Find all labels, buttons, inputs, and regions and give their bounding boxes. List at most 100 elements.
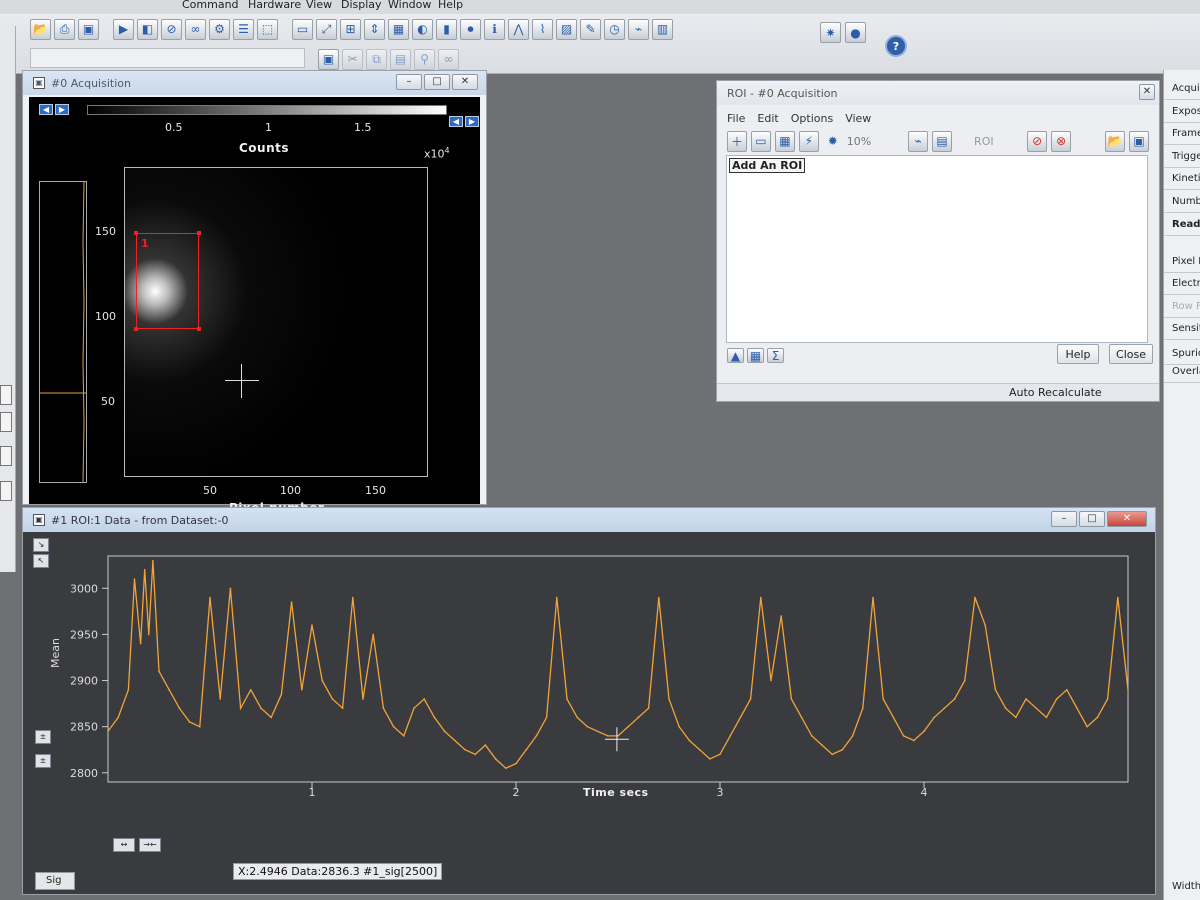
frame-icon[interactable]: ⬚ xyxy=(257,18,278,40)
paste-icon[interactable]: ▤ xyxy=(390,48,411,70)
arrow-left-icon[interactable]: ◀ xyxy=(449,116,463,127)
panel-item-kinetic[interactable]: Kinetic xyxy=(1164,168,1200,190)
settings-icon[interactable]: ⚙ xyxy=(209,18,230,40)
open-folder-icon[interactable]: 📂 xyxy=(30,18,51,40)
monitor-icon[interactable]: ▭ xyxy=(750,130,771,152)
terminal-icon[interactable]: ▣ xyxy=(318,48,339,70)
panel-item-row[interactable]: Row F xyxy=(1164,296,1200,318)
camera-image[interactable]: 1 xyxy=(124,167,428,477)
tab-sig[interactable]: Sig xyxy=(35,872,75,890)
roi-menu-view[interactable]: View xyxy=(845,112,871,125)
left-edge-button[interactable] xyxy=(0,481,12,501)
grid-view-icon[interactable]: ▦ xyxy=(747,348,764,363)
print-icon[interactable]: ⎙ xyxy=(54,18,75,40)
left-edge-button[interactable] xyxy=(0,412,12,432)
zoom-grid-icon[interactable]: ⊞ xyxy=(340,18,361,40)
panel-item-trigger[interactable]: Trigge xyxy=(1164,146,1200,168)
move-up-icon[interactable]: ▲ xyxy=(727,348,744,363)
menu-display[interactable]: Display xyxy=(341,0,382,11)
abort-icon[interactable]: ⊘ xyxy=(161,18,182,40)
panel-item-electron[interactable]: Electr xyxy=(1164,273,1200,295)
brightness-icon[interactable]: ✹ xyxy=(823,131,843,152)
roi-handle[interactable] xyxy=(134,327,138,331)
menu-help[interactable]: Help xyxy=(438,0,463,11)
arrow-left-icon[interactable]: ◀ xyxy=(39,104,53,115)
chart-icon[interactable]: ⌁ xyxy=(628,18,649,40)
calculator-icon[interactable]: ▦ xyxy=(774,130,795,152)
panel-item-pixel-readout[interactable]: Pixel R xyxy=(1164,251,1200,273)
panel-item-frame[interactable]: Frame xyxy=(1164,123,1200,145)
close-button[interactable]: ✕ xyxy=(452,74,478,90)
help-icon[interactable]: ? xyxy=(885,35,907,57)
x-shrink-icon[interactable]: →← xyxy=(139,838,161,852)
maximize-button[interactable]: □ xyxy=(1079,511,1105,527)
menu-hardware[interactable]: Hardware xyxy=(248,0,301,11)
close-button[interactable]: ✕ xyxy=(1107,511,1147,527)
spectrum-icon[interactable]: ⌇ xyxy=(532,18,553,40)
record-icon[interactable]: ⏺ xyxy=(460,18,481,40)
window-icon[interactable]: ▭ xyxy=(292,18,313,40)
fit-icon[interactable]: ⤢ xyxy=(316,18,337,40)
lightning-icon[interactable]: ⚡ xyxy=(798,130,819,152)
close-roi-button[interactable]: Close xyxy=(1109,344,1153,364)
roi-list[interactable]: Add An ROI xyxy=(726,155,1148,343)
x-expand-icon[interactable]: ↔ xyxy=(113,838,135,852)
roi-menu-edit[interactable]: Edit xyxy=(757,112,778,125)
left-edge-button[interactable] xyxy=(0,446,12,466)
graph-icon[interactable]: ⌁ xyxy=(908,130,929,152)
roi-rectangle[interactable]: 1 xyxy=(134,231,201,331)
panel-item-exposure[interactable]: Expos xyxy=(1164,101,1200,123)
find-icon[interactable]: ⚲ xyxy=(414,48,435,70)
roi-handle[interactable] xyxy=(197,231,201,235)
roi-remove-all-icon[interactable]: ⊗ xyxy=(1051,130,1072,152)
tools-icon[interactable]: ✎ xyxy=(580,18,601,40)
palette-icon[interactable]: ◐ xyxy=(412,18,433,40)
panel-item-readout[interactable]: Read xyxy=(1164,214,1200,236)
copy-icon[interactable]: ⧉ xyxy=(366,48,387,70)
save-icon[interactable]: ▣ xyxy=(78,18,99,40)
camera-settings-icon[interactable]: ✷ xyxy=(820,22,841,43)
minimize-button[interactable]: – xyxy=(396,74,422,90)
maximize-button[interactable]: □ xyxy=(424,74,450,90)
zoom-select[interactable]: 10% xyxy=(847,135,892,148)
shutter-icon[interactable]: ● xyxy=(845,22,866,43)
minimize-button[interactable]: – xyxy=(1051,511,1077,527)
image-icon[interactable]: ▨ xyxy=(556,18,577,40)
add-roi-icon[interactable]: ＋ xyxy=(727,130,747,152)
help-button[interactable]: Help xyxy=(1057,344,1099,364)
grid-icon[interactable]: ▦ xyxy=(388,18,409,40)
roi-menu-options[interactable]: Options xyxy=(791,112,833,125)
panel-item-number[interactable]: Numbe xyxy=(1164,191,1200,213)
table-icon[interactable]: ▤ xyxy=(932,130,953,152)
vertical-profile-plot[interactable] xyxy=(39,181,87,483)
roi-select[interactable]: ROI xyxy=(974,135,1023,148)
save-icon[interactable]: ▣ xyxy=(1129,130,1150,152)
menu-view[interactable]: View xyxy=(306,0,332,11)
sum-icon[interactable]: Σ xyxy=(767,348,784,363)
roi-handle[interactable] xyxy=(134,231,138,235)
roi-remove-icon[interactable]: ⊘ xyxy=(1027,130,1048,152)
video-icon[interactable]: ◧ xyxy=(137,18,158,40)
histogram-icon[interactable]: ▮ xyxy=(436,18,457,40)
command-input[interactable] xyxy=(30,48,305,68)
peak-icon[interactable]: ⋀ xyxy=(508,18,529,40)
clock-icon[interactable]: ◷ xyxy=(604,18,625,40)
bar-chart-icon[interactable]: ▥ xyxy=(652,18,673,40)
arrow-right-icon[interactable]: ▶ xyxy=(465,116,479,127)
panel-item-width[interactable]: Width xyxy=(1164,876,1200,898)
binoculars-icon[interactable]: ∞ xyxy=(438,48,459,70)
acquire-icon[interactable]: ▶ xyxy=(113,18,134,40)
menu-command[interactable]: Command xyxy=(182,0,239,11)
panel-item-acquisition[interactable]: Acquis xyxy=(1164,78,1200,100)
colorbar-right-arrows[interactable]: ◀ ▶ xyxy=(449,116,479,127)
open-folder-icon[interactable]: 📂 xyxy=(1105,130,1126,152)
roi-menu-file[interactable]: File xyxy=(727,112,745,125)
info-icon[interactable]: ℹ xyxy=(484,18,505,40)
arrow-right-icon[interactable]: ▶ xyxy=(55,104,69,115)
colorbar-left-arrows[interactable]: ◀ ▶ xyxy=(39,104,69,115)
close-button[interactable]: ✕ xyxy=(1139,84,1155,100)
list-icon[interactable]: ☰ xyxy=(233,18,254,40)
scale-icon[interactable]: ⇕ xyxy=(364,18,385,40)
left-edge-button[interactable] xyxy=(0,385,12,405)
cut-icon[interactable]: ✂ xyxy=(342,48,363,70)
